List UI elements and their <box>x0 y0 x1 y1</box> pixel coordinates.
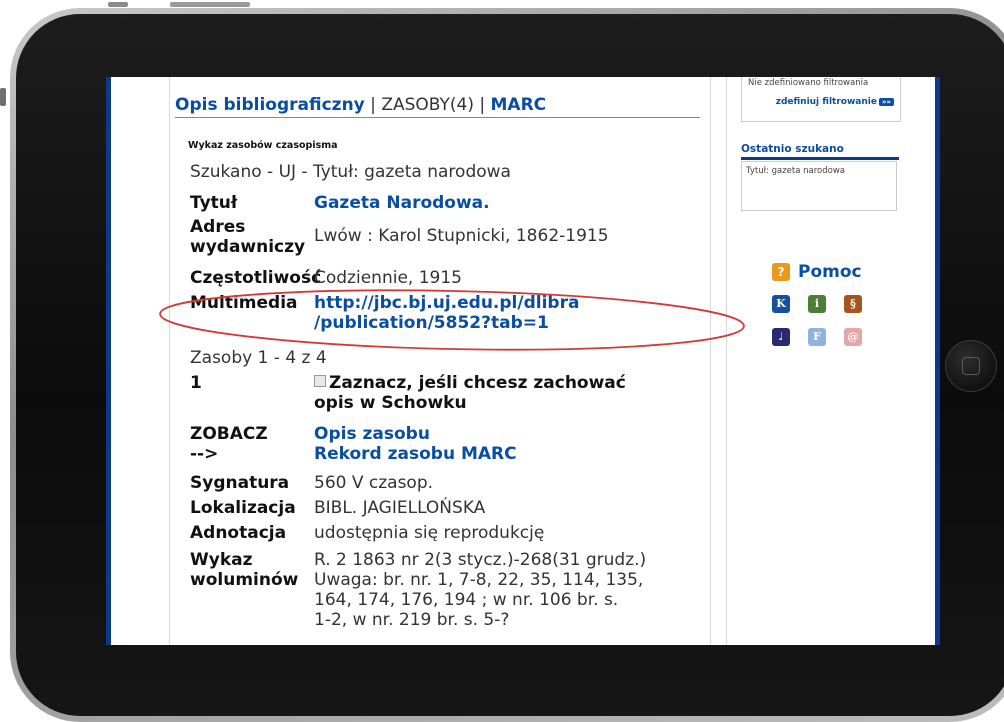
home-button[interactable] <box>945 340 997 392</box>
record-tabs: Opis bibliograficzny | ZASOBY(4) | MARC <box>175 95 700 118</box>
zobacz-label-line2: --> <box>190 444 219 464</box>
save-checkbox-label-line1: Zaznacz, jeśli chcesz zachować <box>329 373 626 393</box>
czestotliwosc-label: Częstotliwość <box>190 268 322 288</box>
tablet-top-button <box>108 2 128 7</box>
save-checkbox-label-line2: opis w Schowku <box>314 393 467 413</box>
holdings-count: Zasoby 1 - 4 z 4 <box>190 348 327 368</box>
lokalizacja-label: Lokalizacja <box>190 498 296 518</box>
question-icon: ? <box>772 263 790 281</box>
adres-label-line1: Adres <box>190 217 246 237</box>
tab-opis-bibliograficzny[interactable]: Opis bibliograficzny <box>175 95 365 115</box>
title-link[interactable]: Gazeta Narodowa. <box>314 193 490 213</box>
holding-row-lokalizacja: Lokalizacja BIBL. JAGIELLOŃSKA <box>190 498 705 518</box>
section-title: Wykaz zasobów czasopisma <box>188 140 338 151</box>
wykaz-label: Wykaz woluminów <box>190 550 314 630</box>
recent-searches-title: Ostatnio szukano <box>741 143 899 160</box>
filter-status: Nie zdefiniowano filtrowania <box>748 78 869 88</box>
wykaz-value-line2: Uwaga: br. nr. 1, 7-8, 22, 35, 114, 135, <box>314 570 644 590</box>
tab-marc[interactable]: MARC <box>491 95 547 115</box>
recent-searches-box: Tytuł: gazeta narodowa <box>741 161 897 211</box>
wykaz-value-line3: 164, 174, 176, 194 ; w nr. 106 br. s. <box>314 590 619 610</box>
rekord-marc-link[interactable]: Rekord zasobu MARC <box>314 444 517 464</box>
tablet-side-button <box>0 88 6 106</box>
info-icon[interactable]: i <box>808 295 826 313</box>
zobacz-label-line1: ZOBACZ <box>190 424 268 444</box>
help-link[interactable]: ? Pomoc <box>772 262 862 282</box>
holding-number: 1 <box>190 373 202 393</box>
main-content: Opis bibliograficzny | ZASOBY(4) | MARC … <box>169 77 711 645</box>
email-icon[interactable]: @ <box>844 328 862 346</box>
save-to-clipboard-option[interactable]: Zaznacz, jeśli chcesz zachować opis w Sc… <box>314 373 626 413</box>
wykaz-label-line2: woluminów <box>190 570 299 590</box>
sygnatura-value: 560 V czasop. <box>314 473 434 493</box>
icon-row-1: K i § <box>772 295 862 313</box>
holding-row-adnotacja: Adnotacja udostępnia się reprodukcję <box>190 523 705 543</box>
adres-label-line2: wydawniczy <box>190 237 306 257</box>
wykaz-value-line4: 1-2, w nr. 219 br. s. 5-? <box>314 610 510 630</box>
zobacz-label: ZOBACZ --> <box>190 424 314 464</box>
tablet-top-button-long <box>170 2 250 7</box>
multimedia-label: Multimedia <box>190 293 298 313</box>
define-filter-button[interactable]: zdefiniuj filtrowanie»» <box>776 97 894 107</box>
icon-row-2: ♩ F @ <box>772 328 862 346</box>
record-row-czestotliwosc: Częstotliwość Codziennie, 1915 <box>190 268 462 288</box>
adnotacja-label: Adnotacja <box>190 523 287 543</box>
title-label: Tytuł <box>190 193 238 213</box>
holding-row-wykaz: Wykaz woluminów R. 2 1863 nr 2(3 stycz.)… <box>190 550 705 630</box>
tab-separator: | <box>364 95 382 115</box>
music-note-icon[interactable]: ♩ <box>772 328 790 346</box>
record-row-title: Tytuł Gazeta Narodowa. <box>190 193 490 213</box>
wykaz-value: R. 2 1863 nr 2(3 stycz.)-268(31 grudz.) … <box>314 550 646 630</box>
define-filter-label: zdefiniuj filtrowanie <box>775 97 877 107</box>
holding-row-sygnatura: Sygnatura 560 V czasop. <box>190 473 705 493</box>
recent-search-item[interactable]: Tytuł: gazeta narodowa <box>746 166 845 176</box>
sidebar: Nie zdefiniowano filtrowania zdefiniuj f… <box>726 77 935 645</box>
k-icon[interactable]: K <box>772 295 790 313</box>
zobacz-links: Opis zasobu Rekord zasobu MARC <box>314 424 517 464</box>
wykaz-label-line1: Wykaz <box>190 550 253 570</box>
tab-zasoby[interactable]: ZASOBY(4) <box>381 95 474 115</box>
multimedia-link-line2[interactable]: /publication/5852?tab=1 <box>314 313 579 333</box>
paragraph-icon[interactable]: § <box>844 295 862 313</box>
save-checkbox[interactable] <box>314 375 326 387</box>
filter-box: Nie zdefiniowano filtrowania zdefiniuj f… <box>741 77 901 122</box>
wykaz-value-line1: R. 2 1863 nr 2(3 stycz.)-268(31 grudz.) <box>314 550 647 570</box>
help-label: Pomoc <box>798 262 862 282</box>
multimedia-link[interactable]: http://jbc.bj.uj.edu.pl/dlibra /publicat… <box>314 293 579 333</box>
sygnatura-label: Sygnatura <box>190 473 290 493</box>
tab-separator: | <box>473 95 491 115</box>
record-row-multimedia: Multimedia http://jbc.bj.uj.edu.pl/dlibr… <box>190 293 579 333</box>
adres-value: Lwów : Karol Stupnicki, 1862-1915 <box>314 226 609 246</box>
holding-row-zobacz: ZOBACZ --> Opis zasobu Rekord zasobu MAR… <box>190 424 705 464</box>
tablet-screen: Opis bibliograficzny | ZASOBY(4) | MARC … <box>106 77 940 645</box>
f-icon[interactable]: F <box>808 328 826 346</box>
lokalizacja-value: BIBL. JAGIELLOŃSKA <box>314 498 486 518</box>
holding-row-number: 1 Zaznacz, jeśli chcesz zachować opis w … <box>190 373 705 413</box>
czestotliwosc-value: Codziennie, 1915 <box>314 268 462 288</box>
opis-zasobu-link[interactable]: Opis zasobu <box>314 424 517 444</box>
adnotacja-value: udostępnia się reprodukcję <box>314 523 545 543</box>
multimedia-link-line1[interactable]: http://jbc.bj.uj.edu.pl/dlibra <box>314 293 579 313</box>
record-row-adres: Adres wydawniczy Lwów : Karol Stupnicki,… <box>190 217 609 257</box>
search-summary: Szukano - UJ - Tytuł: gazeta narodowa <box>190 162 511 182</box>
adres-label: Adres wydawniczy <box>190 217 314 257</box>
double-arrow-icon: »» <box>878 98 894 106</box>
